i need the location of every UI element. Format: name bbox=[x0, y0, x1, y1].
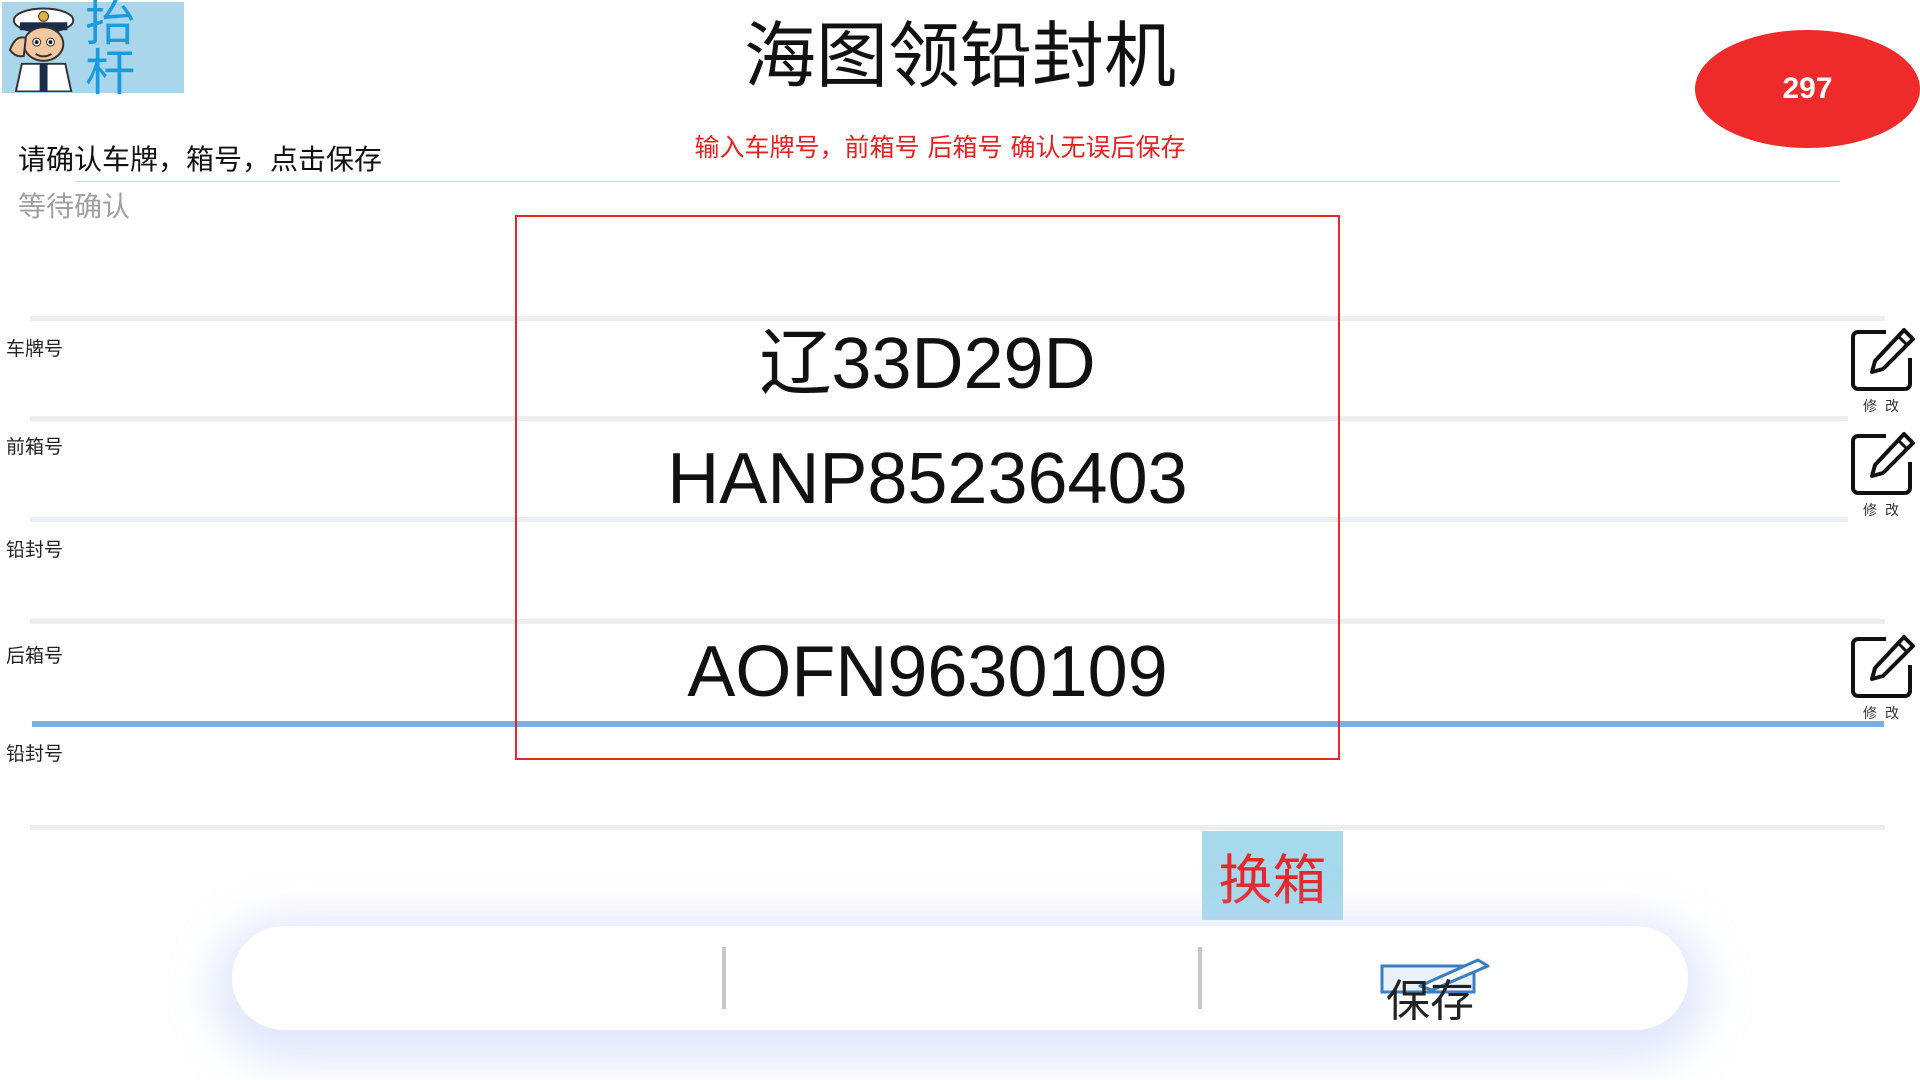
save-button[interactable]: 保存 bbox=[1340, 950, 1520, 1020]
edit-icon bbox=[1851, 432, 1915, 495]
logo-text: 抬杆 bbox=[85, 0, 136, 102]
row-label-seal-2: 铅封号 bbox=[6, 743, 64, 765]
swap-container-label: 换箱 bbox=[1218, 849, 1327, 912]
edit-plate-button[interactable]: 修改 bbox=[1848, 326, 1918, 421]
header-divider bbox=[75, 181, 1840, 182]
edit-front-container-button[interactable]: 修改 bbox=[1848, 430, 1918, 525]
edit-label: 修改 bbox=[1863, 399, 1907, 415]
save-label: 保存 bbox=[1386, 976, 1474, 1021]
counter-badge: 297 bbox=[1695, 30, 1920, 148]
status-text: 等待确认 bbox=[18, 190, 131, 223]
edit-label: 修改 bbox=[1863, 503, 1907, 519]
instruction-text: 请确认车牌，箱号，点击保存 bbox=[18, 143, 383, 176]
logo[interactable]: 抬杆 bbox=[2, 0, 184, 98]
row-divider bbox=[30, 825, 1885, 830]
edit-rear-container-button[interactable]: 修改 bbox=[1848, 633, 1918, 728]
row-label-seal-1: 铅封号 bbox=[6, 539, 64, 561]
front-container-value[interactable]: HANP85236403 bbox=[515, 443, 1340, 515]
rear-container-value[interactable]: AOFN9630109 bbox=[515, 636, 1340, 708]
bar-divider bbox=[1198, 947, 1202, 1009]
officer-mascot-icon bbox=[8, 6, 75, 92]
bar-divider bbox=[722, 947, 726, 1009]
row-label-rear-container: 后箱号 bbox=[6, 645, 64, 667]
row-label-front-container: 前箱号 bbox=[6, 436, 64, 458]
counter-value: 297 bbox=[1782, 72, 1833, 105]
page-title: 海图领铅封机 bbox=[743, 14, 1176, 98]
row-label-plate: 车牌号 bbox=[6, 338, 64, 360]
plate-number-value[interactable]: 辽33D29D bbox=[515, 328, 1340, 400]
edit-icon bbox=[1851, 635, 1915, 698]
edit-icon bbox=[1851, 328, 1915, 391]
swap-container-button[interactable]: 换箱 bbox=[1202, 831, 1343, 920]
edit-label: 修改 bbox=[1863, 706, 1907, 722]
input-hint: 输入车牌号，前箱号 后箱号 确认无误后保存 bbox=[694, 133, 1186, 162]
